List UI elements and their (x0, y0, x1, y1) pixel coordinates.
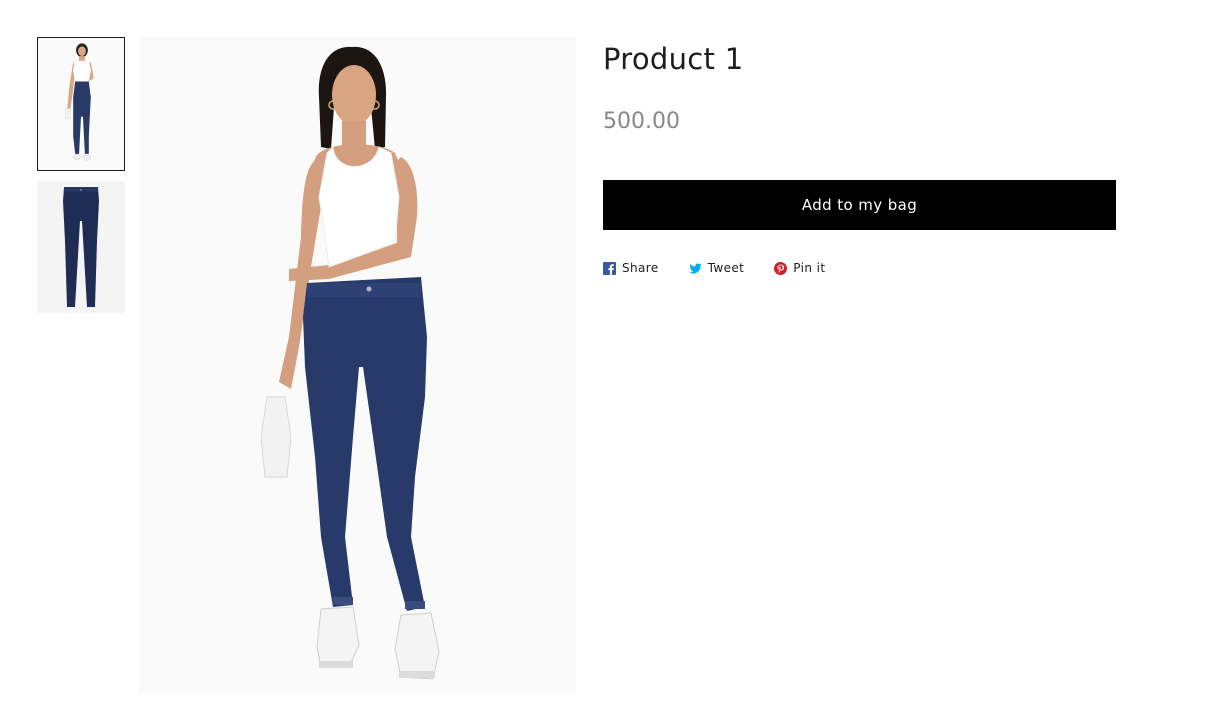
product-page: Product 1 500.00 Add to my bag Share Twe… (0, 0, 1208, 721)
share-pinterest-label: Pin it (793, 261, 826, 275)
share-twitter-link[interactable]: Tweet (689, 261, 745, 275)
thumbnail-jeans[interactable] (37, 181, 125, 313)
social-share-links: Share Tweet Pin it (603, 261, 825, 275)
share-facebook-label: Share (622, 261, 659, 275)
model-thumbnail-image (38, 38, 124, 170)
twitter-icon (689, 262, 702, 275)
share-twitter-label: Tweet (707, 261, 745, 275)
add-to-bag-button[interactable]: Add to my bag (603, 180, 1116, 230)
jeans-thumbnail-image (37, 181, 125, 313)
facebook-icon (603, 261, 616, 275)
pinterest-icon (774, 261, 788, 275)
share-facebook-link[interactable]: Share (603, 261, 659, 275)
thumbnail-model[interactable] (37, 37, 125, 171)
main-product-image[interactable] (139, 37, 576, 693)
product-price: 500.00 (603, 109, 680, 134)
product-title: Product 1 (603, 42, 744, 76)
share-pinterest-link[interactable]: Pin it (774, 261, 825, 275)
model-product-photo (139, 37, 576, 693)
